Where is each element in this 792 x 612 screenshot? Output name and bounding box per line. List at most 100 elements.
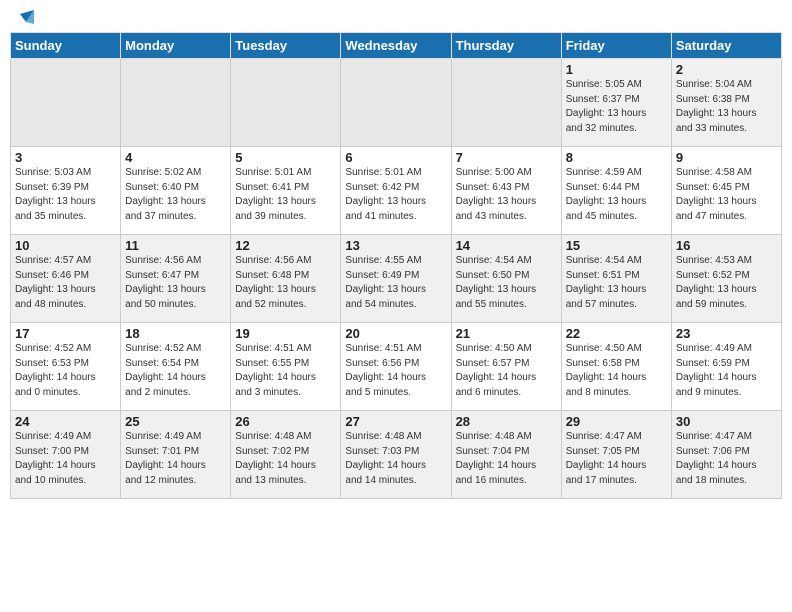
day-info: Sunrise: 4:58 AM Sunset: 6:45 PM Dayligh… bbox=[676, 166, 777, 224]
day-number: 22 bbox=[566, 326, 667, 341]
day-number: 15 bbox=[566, 238, 667, 253]
calendar-week-row: 17Sunrise: 4:52 AM Sunset: 6:53 PM Dayli… bbox=[11, 323, 782, 411]
calendar-week-row: 1Sunrise: 5:05 AM Sunset: 6:37 PM Daylig… bbox=[11, 59, 782, 147]
day-info: Sunrise: 4:50 AM Sunset: 6:58 PM Dayligh… bbox=[566, 342, 667, 400]
day-number: 1 bbox=[566, 62, 667, 77]
calendar-cell: 18Sunrise: 4:52 AM Sunset: 6:54 PM Dayli… bbox=[121, 323, 231, 411]
logo-bird-icon bbox=[12, 10, 34, 30]
day-number: 13 bbox=[345, 238, 446, 253]
day-number: 18 bbox=[125, 326, 226, 341]
calendar-cell: 22Sunrise: 4:50 AM Sunset: 6:58 PM Dayli… bbox=[561, 323, 671, 411]
day-number: 24 bbox=[15, 414, 116, 429]
day-info: Sunrise: 4:52 AM Sunset: 6:54 PM Dayligh… bbox=[125, 342, 226, 400]
day-number: 17 bbox=[15, 326, 116, 341]
day-info: Sunrise: 5:04 AM Sunset: 6:38 PM Dayligh… bbox=[676, 78, 777, 136]
day-info: Sunrise: 4:53 AM Sunset: 6:52 PM Dayligh… bbox=[676, 254, 777, 312]
calendar-cell: 14Sunrise: 4:54 AM Sunset: 6:50 PM Dayli… bbox=[451, 235, 561, 323]
day-info: Sunrise: 5:01 AM Sunset: 6:41 PM Dayligh… bbox=[235, 166, 336, 224]
calendar-cell: 30Sunrise: 4:47 AM Sunset: 7:06 PM Dayli… bbox=[671, 411, 781, 499]
calendar-cell: 3Sunrise: 5:03 AM Sunset: 6:39 PM Daylig… bbox=[11, 147, 121, 235]
day-info: Sunrise: 4:50 AM Sunset: 6:57 PM Dayligh… bbox=[456, 342, 557, 400]
calendar-cell: 19Sunrise: 4:51 AM Sunset: 6:55 PM Dayli… bbox=[231, 323, 341, 411]
day-number: 4 bbox=[125, 150, 226, 165]
calendar-cell: 13Sunrise: 4:55 AM Sunset: 6:49 PM Dayli… bbox=[341, 235, 451, 323]
day-number: 9 bbox=[676, 150, 777, 165]
day-info: Sunrise: 4:49 AM Sunset: 7:01 PM Dayligh… bbox=[125, 430, 226, 488]
day-info: Sunrise: 4:48 AM Sunset: 7:03 PM Dayligh… bbox=[345, 430, 446, 488]
day-info: Sunrise: 4:54 AM Sunset: 6:50 PM Dayligh… bbox=[456, 254, 557, 312]
day-number: 14 bbox=[456, 238, 557, 253]
day-info: Sunrise: 4:55 AM Sunset: 6:49 PM Dayligh… bbox=[345, 254, 446, 312]
day-info: Sunrise: 4:54 AM Sunset: 6:51 PM Dayligh… bbox=[566, 254, 667, 312]
weekday-header-saturday: Saturday bbox=[671, 33, 781, 59]
day-info: Sunrise: 5:00 AM Sunset: 6:43 PM Dayligh… bbox=[456, 166, 557, 224]
calendar-cell: 16Sunrise: 4:53 AM Sunset: 6:52 PM Dayli… bbox=[671, 235, 781, 323]
weekday-header-tuesday: Tuesday bbox=[231, 33, 341, 59]
day-number: 25 bbox=[125, 414, 226, 429]
day-number: 12 bbox=[235, 238, 336, 253]
logo bbox=[10, 10, 34, 26]
calendar-cell: 25Sunrise: 4:49 AM Sunset: 7:01 PM Dayli… bbox=[121, 411, 231, 499]
calendar-cell: 5Sunrise: 5:01 AM Sunset: 6:41 PM Daylig… bbox=[231, 147, 341, 235]
day-number: 16 bbox=[676, 238, 777, 253]
calendar-cell: 21Sunrise: 4:50 AM Sunset: 6:57 PM Dayli… bbox=[451, 323, 561, 411]
calendar-cell: 9Sunrise: 4:58 AM Sunset: 6:45 PM Daylig… bbox=[671, 147, 781, 235]
day-info: Sunrise: 4:47 AM Sunset: 7:05 PM Dayligh… bbox=[566, 430, 667, 488]
calendar-cell bbox=[121, 59, 231, 147]
day-info: Sunrise: 4:51 AM Sunset: 6:55 PM Dayligh… bbox=[235, 342, 336, 400]
day-info: Sunrise: 4:51 AM Sunset: 6:56 PM Dayligh… bbox=[345, 342, 446, 400]
weekday-header-monday: Monday bbox=[121, 33, 231, 59]
day-info: Sunrise: 4:49 AM Sunset: 6:59 PM Dayligh… bbox=[676, 342, 777, 400]
weekday-header-row: SundayMondayTuesdayWednesdayThursdayFrid… bbox=[11, 33, 782, 59]
calendar-cell: 20Sunrise: 4:51 AM Sunset: 6:56 PM Dayli… bbox=[341, 323, 451, 411]
day-number: 23 bbox=[676, 326, 777, 341]
day-number: 10 bbox=[15, 238, 116, 253]
calendar-cell: 10Sunrise: 4:57 AM Sunset: 6:46 PM Dayli… bbox=[11, 235, 121, 323]
calendar-cell: 15Sunrise: 4:54 AM Sunset: 6:51 PM Dayli… bbox=[561, 235, 671, 323]
day-info: Sunrise: 4:56 AM Sunset: 6:47 PM Dayligh… bbox=[125, 254, 226, 312]
day-number: 29 bbox=[566, 414, 667, 429]
calendar-week-row: 24Sunrise: 4:49 AM Sunset: 7:00 PM Dayli… bbox=[11, 411, 782, 499]
calendar-cell: 17Sunrise: 4:52 AM Sunset: 6:53 PM Dayli… bbox=[11, 323, 121, 411]
day-info: Sunrise: 5:01 AM Sunset: 6:42 PM Dayligh… bbox=[345, 166, 446, 224]
weekday-header-friday: Friday bbox=[561, 33, 671, 59]
day-info: Sunrise: 4:52 AM Sunset: 6:53 PM Dayligh… bbox=[15, 342, 116, 400]
calendar-cell: 8Sunrise: 4:59 AM Sunset: 6:44 PM Daylig… bbox=[561, 147, 671, 235]
day-number: 28 bbox=[456, 414, 557, 429]
day-number: 3 bbox=[15, 150, 116, 165]
calendar-cell: 24Sunrise: 4:49 AM Sunset: 7:00 PM Dayli… bbox=[11, 411, 121, 499]
day-info: Sunrise: 4:56 AM Sunset: 6:48 PM Dayligh… bbox=[235, 254, 336, 312]
calendar-cell: 29Sunrise: 4:47 AM Sunset: 7:05 PM Dayli… bbox=[561, 411, 671, 499]
day-info: Sunrise: 5:03 AM Sunset: 6:39 PM Dayligh… bbox=[15, 166, 116, 224]
day-number: 19 bbox=[235, 326, 336, 341]
calendar-table: SundayMondayTuesdayWednesdayThursdayFrid… bbox=[10, 32, 782, 499]
calendar-cell: 28Sunrise: 4:48 AM Sunset: 7:04 PM Dayli… bbox=[451, 411, 561, 499]
calendar-cell: 11Sunrise: 4:56 AM Sunset: 6:47 PM Dayli… bbox=[121, 235, 231, 323]
day-number: 5 bbox=[235, 150, 336, 165]
day-number: 27 bbox=[345, 414, 446, 429]
day-info: Sunrise: 5:02 AM Sunset: 6:40 PM Dayligh… bbox=[125, 166, 226, 224]
calendar-cell: 27Sunrise: 4:48 AM Sunset: 7:03 PM Dayli… bbox=[341, 411, 451, 499]
day-info: Sunrise: 5:05 AM Sunset: 6:37 PM Dayligh… bbox=[566, 78, 667, 136]
weekday-header-thursday: Thursday bbox=[451, 33, 561, 59]
calendar-cell: 7Sunrise: 5:00 AM Sunset: 6:43 PM Daylig… bbox=[451, 147, 561, 235]
calendar-cell bbox=[341, 59, 451, 147]
day-number: 11 bbox=[125, 238, 226, 253]
calendar-week-row: 10Sunrise: 4:57 AM Sunset: 6:46 PM Dayli… bbox=[11, 235, 782, 323]
page-header bbox=[10, 10, 782, 26]
calendar-cell: 26Sunrise: 4:48 AM Sunset: 7:02 PM Dayli… bbox=[231, 411, 341, 499]
calendar-week-row: 3Sunrise: 5:03 AM Sunset: 6:39 PM Daylig… bbox=[11, 147, 782, 235]
calendar-cell: 1Sunrise: 5:05 AM Sunset: 6:37 PM Daylig… bbox=[561, 59, 671, 147]
weekday-header-sunday: Sunday bbox=[11, 33, 121, 59]
calendar-cell: 4Sunrise: 5:02 AM Sunset: 6:40 PM Daylig… bbox=[121, 147, 231, 235]
calendar-cell bbox=[231, 59, 341, 147]
day-number: 26 bbox=[235, 414, 336, 429]
day-info: Sunrise: 4:47 AM Sunset: 7:06 PM Dayligh… bbox=[676, 430, 777, 488]
day-info: Sunrise: 4:48 AM Sunset: 7:02 PM Dayligh… bbox=[235, 430, 336, 488]
day-number: 7 bbox=[456, 150, 557, 165]
calendar-cell bbox=[451, 59, 561, 147]
day-number: 2 bbox=[676, 62, 777, 77]
calendar-cell: 23Sunrise: 4:49 AM Sunset: 6:59 PM Dayli… bbox=[671, 323, 781, 411]
calendar-cell bbox=[11, 59, 121, 147]
day-number: 30 bbox=[676, 414, 777, 429]
